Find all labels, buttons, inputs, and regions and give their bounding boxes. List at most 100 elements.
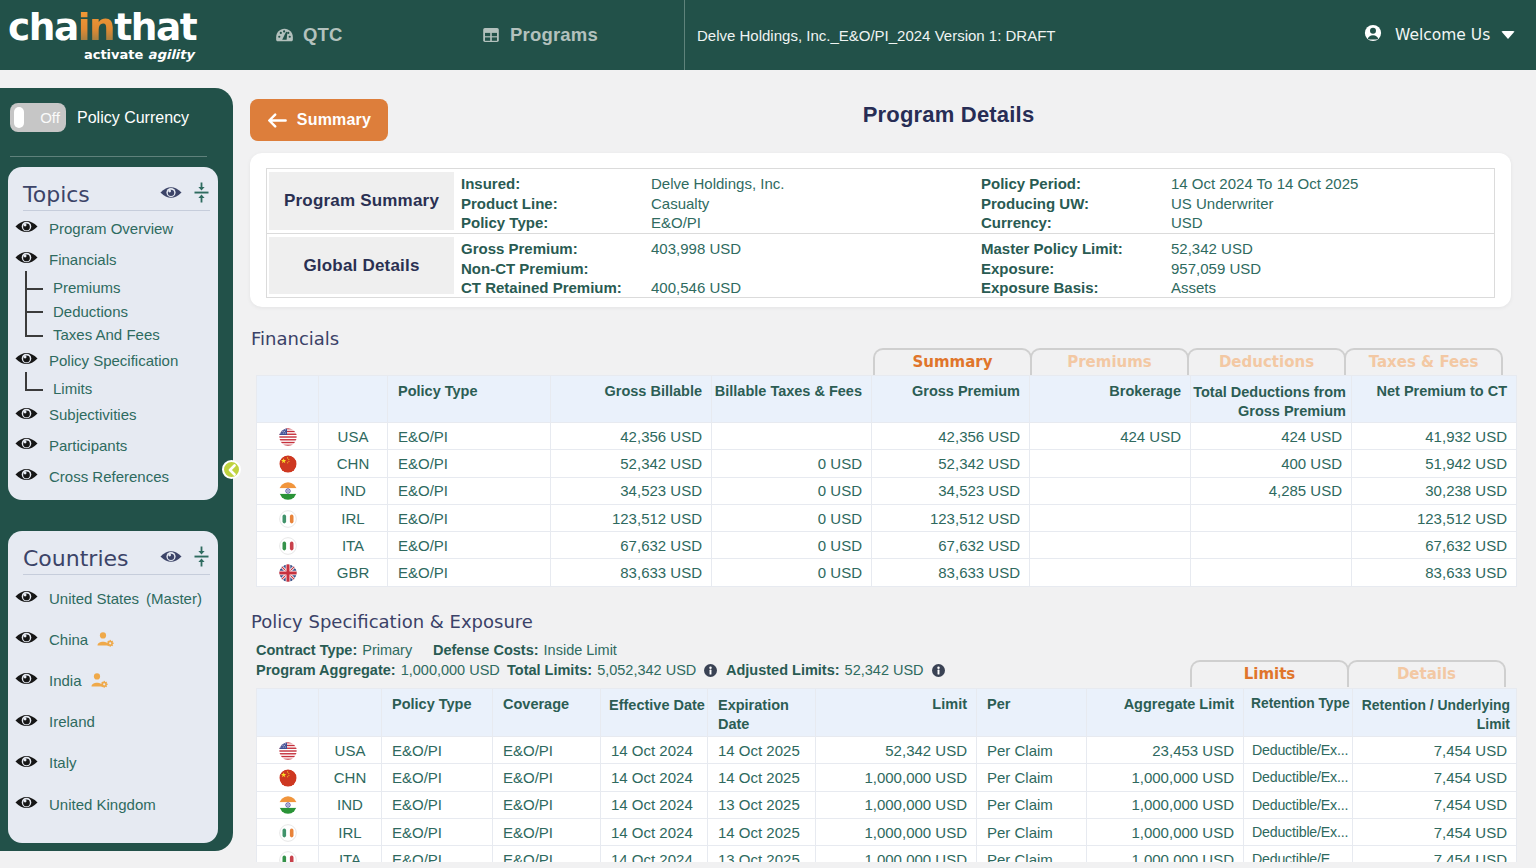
eye-icon[interactable] [15, 671, 38, 689]
eye-icon[interactable] [15, 219, 38, 237]
country-item-ireland[interactable]: Ireland [15, 713, 95, 731]
user-gear-icon [97, 632, 114, 647]
topic-item-program-overview[interactable]: Program Overview [15, 219, 173, 237]
topic-item-deductions[interactable]: Deductions [53, 303, 128, 320]
column-header[interactable]: Limit [816, 689, 977, 737]
field-label: Gross Premium: [461, 239, 651, 259]
nav-item-programs[interactable]: Programs [481, 0, 598, 70]
cell-expiration: 13 Oct 2025 [708, 846, 816, 862]
country-item-united-kingdom[interactable]: United Kingdom [15, 795, 156, 813]
table-row-chn[interactable]: CHN E&O/PI E&O/PI 14 Oct 2024 14 Oct 202… [257, 764, 1517, 791]
collapse-all-icon[interactable] [194, 546, 209, 571]
table-row-irl[interactable]: IRL E&O/PI 123,512 USD 0 USD 123,512 USD… [257, 504, 1517, 531]
eye-icon[interactable] [15, 795, 38, 813]
column-header[interactable]: Total Deductions from Gross Premium [1191, 376, 1352, 423]
user-menu[interactable]: Welcome Us [1364, 0, 1515, 70]
column-header[interactable]: Gross Premium [872, 376, 1030, 423]
eye-icon[interactable] [15, 467, 38, 485]
cell-billable-taxes: 0 USD [712, 504, 872, 531]
nav-programs-label: Programs [510, 24, 598, 46]
topic-label: Taxes And Fees [53, 326, 160, 343]
table-row-ind[interactable]: IND E&O/PI E&O/PI 14 Oct 2024 13 Oct 202… [257, 791, 1517, 818]
country-item-united-states[interactable]: United States (Master) [15, 589, 202, 607]
topic-item-participants[interactable]: Participants [15, 436, 127, 454]
table-row-irl[interactable]: IRL E&O/PI E&O/PI 14 Oct 2024 14 Oct 202… [257, 818, 1517, 845]
field-label: Product Line: [461, 194, 651, 214]
sidebar-divider [10, 156, 207, 157]
country-item-china[interactable]: China [15, 630, 114, 648]
total-limits-label: Total Limits: [507, 662, 592, 678]
column-header[interactable]: Policy Type [388, 376, 551, 423]
defense-costs-label: Defense Costs: [433, 642, 539, 658]
table-row-usa[interactable]: USA E&O/PI E&O/PI 14 Oct 2024 14 Oct 202… [257, 737, 1517, 764]
eye-icon[interactable] [15, 406, 38, 424]
sidebar-collapse-button[interactable] [222, 460, 241, 479]
cell-net-premium: 83,633 USD [1352, 559, 1517, 586]
country-item-india[interactable]: India [15, 671, 108, 689]
column-header[interactable]: Expiration Date [708, 689, 816, 737]
topic-item-subjectivities[interactable]: Subjectivities [15, 406, 137, 424]
topic-item-limits[interactable]: Limits [53, 380, 92, 397]
table-row-usa[interactable]: USA E&O/PI 42,356 USD 42,356 USD 424 USD… [257, 423, 1517, 450]
topic-item-premiums[interactable]: Premiums [53, 279, 121, 296]
cell-policy-type: E&O/PI [382, 846, 493, 862]
tab-taxes-fees[interactable]: Taxes & Fees [1344, 348, 1503, 375]
eye-icon[interactable] [15, 713, 38, 731]
nav-item-qtc[interactable]: QTC [275, 0, 343, 70]
column-header[interactable]: Retention Type [1244, 689, 1353, 737]
eye-icon[interactable] [15, 754, 38, 772]
table-row-ita[interactable]: ITA E&O/PI E&O/PI 14 Oct 2024 13 Oct 202… [257, 846, 1517, 862]
column-header[interactable]: Aggregate Limit [1087, 689, 1244, 737]
back-to-summary-button[interactable]: Summary [250, 99, 388, 141]
eye-icon[interactable] [15, 589, 38, 607]
topic-item-financials[interactable]: Financials [15, 250, 117, 268]
eye-icon[interactable] [160, 185, 182, 204]
tab-details[interactable]: Details [1347, 660, 1506, 687]
eye-icon[interactable] [15, 250, 38, 268]
table-row-ita[interactable]: ITA E&O/PI 67,632 USD 0 USD 67,632 USD 6… [257, 532, 1517, 559]
table-row-gbr[interactable]: GBR E&O/PI 83,633 USD 0 USD 83,633 USD 8… [257, 559, 1517, 586]
column-header[interactable]: Net Premium to CT [1352, 376, 1517, 423]
flag-china-icon [257, 450, 319, 477]
field-label: Currency: [981, 213, 1171, 233]
info-icon[interactable] [704, 664, 717, 677]
cell-gross-premium: 52,342 USD [872, 450, 1030, 477]
collapse-all-icon[interactable] [194, 182, 209, 207]
column-header[interactable]: Policy Type [382, 689, 493, 737]
eye-icon[interactable] [15, 351, 38, 369]
tab-summary[interactable]: Summary [873, 348, 1032, 375]
topic-item-policy-specification[interactable]: Policy Specification [15, 351, 178, 369]
tab-limits[interactable]: Limits [1190, 660, 1349, 687]
column-header[interactable]: Coverage [493, 689, 601, 737]
field-label: Master Policy Limit: [981, 239, 1171, 259]
cell-policy-type: E&O/PI [382, 791, 493, 818]
limits-tabs: Limits Details [1190, 660, 1506, 687]
topic-item-taxes-and-fees[interactable]: Taxes And Fees [53, 326, 160, 343]
cell-effective: 14 Oct 2024 [601, 818, 708, 845]
topic-item-cross-references[interactable]: Cross References [15, 467, 169, 485]
table-row-chn[interactable]: CHN E&O/PI 52,342 USD 0 USD 52,342 USD 4… [257, 450, 1517, 477]
chainthat-logo[interactable]: chainthat activate agility [8, 8, 194, 63]
policy-currency-toggle[interactable]: Off [10, 103, 66, 132]
sidebar: Off Policy Currency Topics [0, 88, 233, 851]
eye-icon[interactable] [160, 549, 182, 568]
column-header[interactable]: Retention / Underlying Limit [1353, 689, 1517, 737]
eye-icon[interactable] [15, 436, 38, 454]
country-label: United Kingdom [49, 796, 156, 813]
tab-deductions[interactable]: Deductions [1187, 348, 1346, 375]
table-row-ind[interactable]: IND E&O/PI 34,523 USD 0 USD 34,523 USD 4… [257, 477, 1517, 504]
column-header[interactable]: Gross Billable [551, 376, 712, 423]
country-item-italy[interactable]: Italy [15, 754, 77, 772]
info-icon[interactable] [932, 664, 945, 677]
field-label: Insured: [461, 174, 651, 194]
flag-india-icon [257, 791, 319, 818]
column-header[interactable]: Per [977, 689, 1087, 737]
field-value [651, 259, 981, 279]
column-header[interactable]: Billable Taxes & Fees [712, 376, 872, 423]
cell-total-deductions [1191, 532, 1352, 559]
column-header[interactable]: Brokerage [1030, 376, 1191, 423]
field-value: USD [1171, 213, 1494, 233]
tab-premiums[interactable]: Premiums [1030, 348, 1189, 375]
column-header[interactable]: Effective Date [601, 689, 708, 737]
eye-icon[interactable] [15, 630, 38, 648]
